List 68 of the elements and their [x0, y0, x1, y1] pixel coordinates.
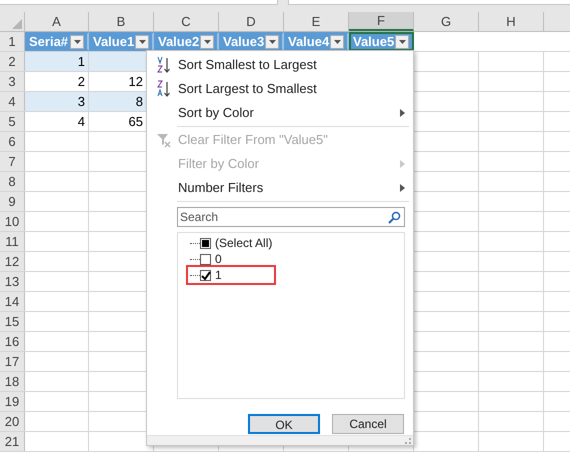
row-header[interactable]: 4 — [0, 92, 25, 111]
row-header[interactable]: 2 — [0, 52, 25, 71]
caret-icon — [138, 40, 146, 44]
header-label: Seria# — [29, 32, 68, 51]
corner-triangle-icon — [12, 19, 22, 29]
dialog-button[interactable]: Cancel — [332, 414, 404, 434]
checkbox[interactable] — [200, 238, 211, 248]
table-cell: 1 — [25, 52, 89, 71]
row-header[interactable]: 5 — [0, 112, 25, 131]
header-label: Value1 — [93, 32, 134, 51]
resize-grip-icon[interactable] — [405, 438, 411, 444]
row-header[interactable]: 6 — [0, 132, 25, 151]
row-header[interactable]: 18 — [0, 372, 25, 391]
table-cell: 3 — [25, 92, 89, 111]
filter-dropdown-button[interactable] — [200, 34, 214, 48]
caret-icon — [334, 40, 340, 44]
row-header[interactable]: 10 — [0, 212, 25, 231]
caret-icon — [268, 40, 276, 44]
checkbox[interactable] — [200, 254, 211, 264]
row-header[interactable]: 13 — [0, 272, 25, 291]
row-header[interactable]: 16 — [0, 332, 25, 351]
filter-dropdown-button[interactable] — [330, 34, 344, 48]
filter-dropdown-button[interactable] — [70, 34, 84, 48]
caret-icon — [398, 40, 406, 44]
column-header[interactable]: G — [414, 12, 479, 31]
caret-icon — [74, 40, 80, 44]
submenu-arrow-icon — [400, 160, 405, 168]
clear-filter-icon — [156, 132, 172, 148]
row-header[interactable]: 1 — [0, 32, 25, 51]
row-header[interactable]: 14 — [0, 292, 25, 311]
value-item[interactable]: (Select All) — [200, 235, 274, 251]
checkbox[interactable] — [200, 270, 211, 280]
row-header[interactable]: 3 — [0, 72, 25, 91]
filter-dropdown-button[interactable] — [265, 34, 279, 48]
caret-icon — [204, 40, 210, 44]
row-header[interactable]: 8 — [0, 172, 25, 191]
dialog-button[interactable]: OK — [248, 414, 320, 434]
header-label: Value3 — [223, 32, 264, 51]
sort-ascending-icon — [156, 56, 172, 74]
filter-dropdown-button[interactable] — [135, 34, 149, 48]
search-icon — [388, 210, 401, 224]
row-header[interactable]: 7 — [0, 152, 25, 171]
row-header[interactable]: 12 — [0, 252, 25, 271]
search-field[interactable]: Search — [177, 207, 405, 227]
column-header[interactable]: H — [479, 12, 544, 31]
row-header[interactable]: 11 — [0, 232, 25, 251]
row-header[interactable]: 21 — [0, 432, 25, 451]
menu-item[interactable]: Number Filters — [147, 176, 413, 200]
row-header[interactable]: 9 — [0, 192, 25, 211]
column-header[interactable]: D — [219, 12, 284, 31]
search-input[interactable]: Search — [180, 208, 388, 226]
column-header[interactable]: B — [89, 12, 154, 31]
column-header[interactable]: C — [154, 12, 219, 31]
header-label: Value2 — [158, 32, 200, 51]
header-label: Value4 — [288, 32, 330, 51]
submenu-arrow-icon — [400, 184, 405, 192]
value-item[interactable]: 0 — [200, 251, 224, 267]
sort-descending-icon — [156, 80, 172, 98]
header-label: Value5 — [353, 32, 394, 51]
column-header[interactable]: F — [349, 12, 414, 31]
row-header[interactable]: 20 — [0, 412, 25, 431]
filter-dropdown-button[interactable] — [395, 34, 409, 48]
row-header[interactable]: 19 — [0, 392, 25, 411]
column-header[interactable]: A — [25, 12, 89, 31]
row-header[interactable]: 15 — [0, 312, 25, 331]
submenu-arrow-icon — [400, 109, 405, 117]
row-header[interactable]: 17 — [0, 352, 25, 371]
value-item[interactable]: 1 — [188, 267, 274, 283]
